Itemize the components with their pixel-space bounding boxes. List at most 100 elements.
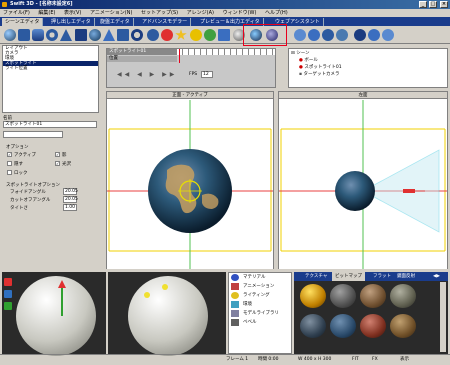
light-handle-icon[interactable]	[162, 284, 168, 290]
library-category-environment[interactable]: 環境	[229, 300, 291, 309]
material-swatch[interactable]	[360, 284, 386, 308]
tab-advanced-modeler[interactable]: アドバンスモデラー	[139, 18, 192, 26]
library-category-lighting[interactable]: ライティング	[229, 291, 291, 300]
unchecked-icon	[7, 170, 12, 175]
environment-icon	[231, 301, 239, 308]
tab-extrusion-editor[interactable]: 押し出しエディタ	[48, 18, 95, 26]
left-viewport[interactable]: 左面	[278, 91, 448, 269]
tube-icon[interactable]	[131, 29, 143, 41]
front-viewport[interactable]: 正面 - アクティブ	[106, 91, 274, 269]
toolbar	[0, 26, 450, 44]
material-swatch[interactable]	[300, 284, 326, 308]
shadow-checkbox[interactable]: ✓ 影	[55, 152, 67, 158]
app-icon	[2, 2, 7, 7]
plane-icon[interactable]	[75, 29, 87, 41]
editor-tab-bar: シーンエディタ 押し出しエディタ 旋盤エディタ アドバンスモデラー プレビュー＆…	[0, 17, 450, 26]
options-title: オプション	[6, 145, 29, 150]
zoom-view-icon[interactable]	[322, 29, 334, 41]
menu-file[interactable]: ファイル(F)	[3, 10, 30, 16]
material-swatch[interactable]	[360, 314, 386, 338]
falloff-angle-field[interactable]: 20.05	[63, 188, 78, 195]
star-icon[interactable]	[175, 29, 187, 40]
tab-scene-editor[interactable]: シーンエディタ	[2, 18, 44, 26]
sphere-icon[interactable]	[4, 29, 16, 41]
left-viewport-canvas[interactable]	[279, 100, 447, 269]
menu-animation[interactable]: アニメーション(N)	[90, 10, 132, 16]
tab-bitmap[interactable]: ビットマップ	[332, 272, 365, 281]
object-list[interactable]: レイアウト カメラ 環境 スポットライト ライト位置	[2, 45, 99, 113]
library-category-animations[interactable]: アニメーション	[229, 282, 291, 291]
name-extra-field[interactable]	[3, 131, 63, 138]
tightness-field[interactable]: 1.00	[63, 204, 77, 211]
rotate-view-icon[interactable]	[294, 29, 306, 41]
light-handle-icon[interactable]	[144, 292, 150, 298]
material-swatch[interactable]	[330, 314, 356, 338]
menu-window[interactable]: ウィンドウ(W)	[223, 10, 257, 16]
list-item[interactable]: ライト位置	[3, 66, 98, 71]
green-light-icon[interactable]	[204, 29, 216, 41]
animation-icon	[231, 283, 239, 290]
gloss-checkbox[interactable]: ✓ 光沢	[55, 161, 71, 167]
materials-icon	[231, 274, 239, 281]
arrow-head-icon	[58, 280, 66, 288]
tab-specular[interactable]: 鏡面反射	[394, 272, 418, 281]
bevel-icon[interactable]	[218, 29, 230, 41]
scene-tree-root[interactable]: ⊟ シーン	[291, 50, 309, 56]
scene-tree-item[interactable]: ● スポットライト01	[299, 64, 342, 70]
library-scrollbar[interactable]	[440, 282, 446, 352]
tab-flat[interactable]: フラット	[370, 272, 394, 281]
library-category-materials[interactable]: マテリアル	[229, 273, 291, 282]
menu-arrange[interactable]: アレンジ(A)	[187, 10, 214, 16]
red-light-icon[interactable]	[161, 29, 173, 41]
lock-checkbox[interactable]: ロック	[7, 170, 28, 176]
cutoff-angle-field[interactable]: 20.05	[63, 196, 78, 203]
pyramid-icon[interactable]	[103, 29, 115, 41]
trackball-arrow-canvas	[58, 280, 66, 316]
library-category-models[interactable]: モデルライブラリ	[229, 309, 291, 318]
minimize-button[interactable]: _	[419, 1, 427, 8]
menu-setup[interactable]: セットアップ(S)	[141, 10, 178, 16]
playhead[interactable]	[179, 49, 180, 63]
scene-tree-item[interactable]: ▪ ターゲットカメラ	[299, 71, 339, 77]
box-icon[interactable]	[117, 29, 129, 41]
sphere-segment-icon[interactable]	[89, 29, 101, 41]
tab-texture[interactable]: テクスチャ	[302, 272, 330, 281]
cube-icon[interactable]	[18, 29, 30, 41]
lighting-sphere[interactable]	[128, 276, 208, 356]
move-icon[interactable]	[368, 29, 380, 41]
timeline-ruler[interactable]	[177, 49, 275, 55]
select-icon[interactable]	[354, 29, 366, 41]
earth-globe-side[interactable]	[335, 171, 375, 211]
scene-tree-item[interactable]: ● ボール	[299, 57, 318, 63]
library-category-bevels[interactable]: ベベル	[229, 318, 291, 327]
menu-help[interactable]: ヘルプ(H)	[265, 10, 288, 16]
orbit-icon[interactable]	[336, 29, 348, 41]
close-button[interactable]: ×	[440, 1, 448, 8]
name-field[interactable]: スポットライト01	[3, 121, 97, 128]
material-swatch[interactable]	[300, 314, 326, 338]
cone-icon[interactable]	[60, 29, 72, 41]
active-checkbox[interactable]: ✓ アクティブ	[7, 152, 36, 158]
tab-scroll-arrows[interactable]: ◀▶	[430, 272, 443, 281]
text-icon[interactable]	[147, 29, 159, 41]
maximize-button[interactable]: □	[429, 1, 437, 8]
cylinder-icon[interactable]	[32, 29, 44, 41]
timeline-panel: スポットライト01 位置 ◀◀ ◀ ▶ ▶▶ FPS 12	[106, 48, 276, 88]
tab-lathe-editor[interactable]: 旋盤エディタ	[97, 18, 134, 26]
spotlight-object[interactable]	[403, 189, 415, 193]
material-swatch[interactable]	[390, 284, 416, 308]
material-swatch[interactable]	[390, 314, 416, 338]
menu-view[interactable]: 表示(V)	[64, 10, 81, 16]
fps-field[interactable]: 12	[201, 71, 213, 78]
material-swatch[interactable]	[330, 284, 356, 308]
yellow-light-icon[interactable]	[190, 29, 202, 41]
hide-checkbox[interactable]: 隠す	[7, 161, 23, 167]
front-viewport-canvas[interactable]	[107, 100, 273, 269]
lighting-icon	[231, 292, 239, 299]
torus-icon[interactable]	[46, 29, 58, 41]
scale-icon[interactable]	[382, 29, 394, 41]
timeline-track-label: スポットライト01	[107, 49, 177, 55]
pan-view-icon[interactable]	[308, 29, 320, 41]
playback-controls[interactable]: ◀◀ ◀ ▶ ▶▶	[117, 71, 177, 78]
menu-edit[interactable]: 編集(E)	[38, 10, 55, 16]
